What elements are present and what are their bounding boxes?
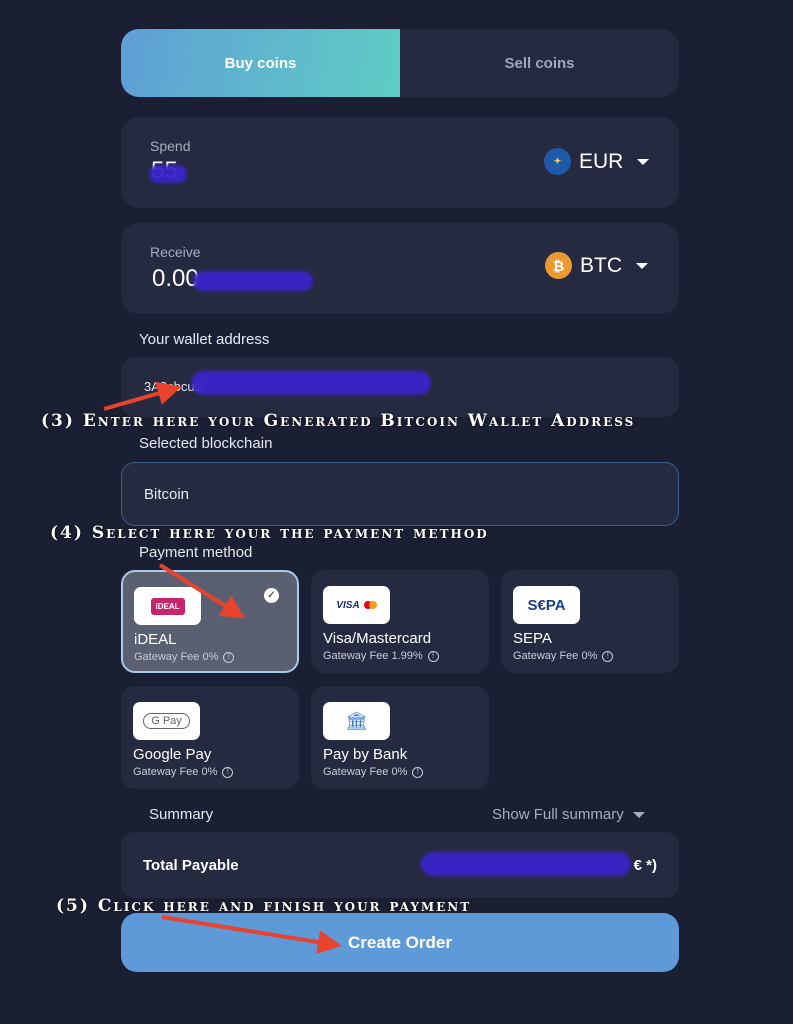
info-icon[interactable]: ! [427,650,439,662]
payment-option-visa-mastercard[interactable]: VISA Visa/Mastercard Gateway Fee 1.99%! [311,570,489,673]
eu-flag-icon: ✦ [544,148,571,175]
tab-sell-coins[interactable]: Sell coins [400,29,679,97]
payment-option-fee: Gateway Fee 0%! [134,651,235,663]
visa-mastercard-logo-icon: VISA [323,586,390,624]
total-payable-label: Total Payable [143,857,239,874]
wallet-address-input[interactable]: 3A8cbcubi [121,357,679,417]
payment-option-fee: Gateway Fee 0%! [513,650,614,662]
info-icon[interactable]: ! [222,766,234,778]
receive-currency-select[interactable]: ₿ BTC [545,252,648,279]
bitcoin-icon: ₿ [545,252,572,279]
payment-option-name: Google Pay [133,746,212,763]
sepa-logo-icon: S€PA [513,586,580,624]
chevron-down-icon [636,262,648,269]
receive-currency-label: BTC [580,253,622,277]
info-icon[interactable]: ! [412,766,424,778]
blockchain-value: Bitcoin [144,486,190,503]
payment-option-name: Pay by Bank [323,746,408,763]
receive-amount: 0.00 [152,265,199,292]
payment-method-label: Payment method [139,544,253,561]
spend-currency-label: EUR [579,149,624,173]
show-full-summary-label: Show Full summary [492,806,624,823]
info-icon[interactable]: ! [223,651,235,663]
create-order-button[interactable]: Create Order [121,913,679,972]
tab-buy-coins[interactable]: Buy coins [121,29,400,97]
bank-icon: 🏛 [323,702,390,740]
buy-sell-tabs: Buy coins Sell coins [121,29,679,97]
spend-field[interactable]: Spend 55 ✦ EUR [121,117,679,208]
info-icon[interactable]: ! [602,650,614,662]
summary-label: Summary [149,806,214,823]
google-pay-logo-icon: G Pay [133,702,200,740]
redaction-mark [149,165,187,183]
redaction-mark [193,271,313,291]
blockchain-label: Selected blockchain [139,435,273,452]
payment-option-fee: Gateway Fee 0%! [133,766,234,778]
blockchain-select[interactable]: Bitcoin [121,462,679,526]
total-payable-value: € *) [633,857,657,874]
receive-field[interactable]: Receive 0.00 ₿ BTC [121,223,679,314]
payment-option-sepa[interactable]: S€PA SEPA Gateway Fee 0%! [501,570,679,673]
payment-option-fee: Gateway Fee 0%! [323,766,424,778]
redaction-mark [421,852,631,876]
payment-option-pay-by-bank[interactable]: 🏛 Pay by Bank Gateway Fee 0%! [311,686,489,789]
annotation-step-4: (4) Select here your the payment method [50,523,489,543]
payment-option-fee: Gateway Fee 1.99%! [323,650,439,662]
spend-label: Spend [150,138,191,154]
payment-option-google-pay[interactable]: G Pay Google Pay Gateway Fee 0%! [121,686,299,789]
receive-label: Receive [150,244,201,260]
annotation-step-3: (3) Enter here your Generated Bitcoin Wa… [41,411,636,431]
spend-currency-select[interactable]: ✦ EUR [544,148,650,175]
payment-option-name: iDEAL [134,631,177,648]
wallet-address-label: Your wallet address [139,331,270,348]
payment-option-ideal[interactable]: iDEAL ✓ iDEAL Gateway Fee 0%! [121,570,299,673]
show-full-summary-toggle[interactable]: Show Full summary [492,806,645,823]
chevron-down-icon [637,158,650,165]
redaction-mark [191,371,431,395]
payment-option-name: SEPA [513,630,552,647]
total-payable-row: Total Payable € *) [121,832,679,898]
ideal-logo-icon: iDEAL [134,587,201,625]
payment-option-name: Visa/Mastercard [323,630,432,647]
selected-check-icon: ✓ [264,588,279,603]
chevron-down-icon [632,811,645,818]
